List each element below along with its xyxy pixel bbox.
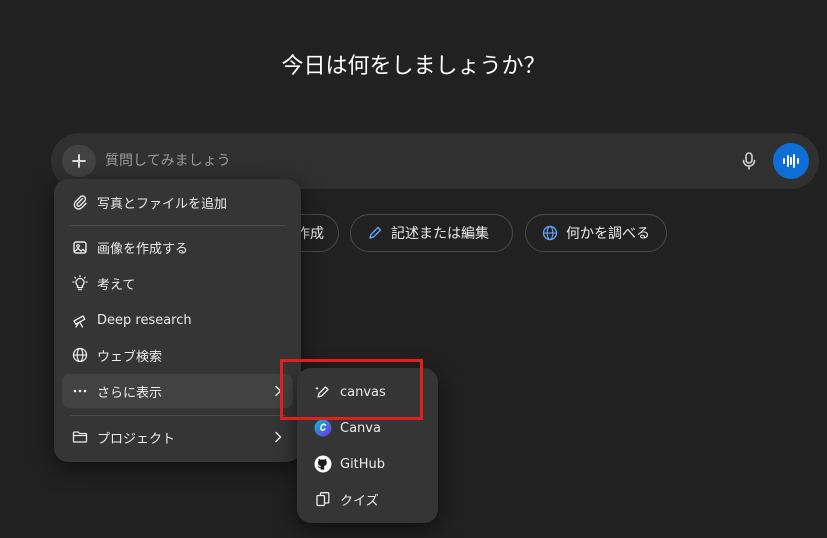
- canvas-pen-icon: [314, 383, 332, 401]
- menu-item-web-search[interactable]: ウェブ検索: [62, 338, 293, 372]
- page-headline: 今日は何をしましょうか？: [281, 54, 546, 79]
- menu-item-label: 写真とファイルを追加: [97, 196, 228, 212]
- tools-menu: 写真とファイルを追加 画像を作成する 考えて Deep research ウェブ…: [54, 179, 301, 462]
- submenu-item-label: canvas: [340, 384, 386, 400]
- chip-write-or-edit[interactable]: 記述または編集: [350, 214, 513, 252]
- telescope-icon: [71, 311, 89, 329]
- paperclip-icon: [71, 193, 89, 211]
- menu-item-projects[interactable]: プロジェクト: [62, 420, 293, 454]
- canva-logo-icon: [314, 419, 332, 437]
- pencil-icon: [369, 226, 382, 239]
- add-attachment-button[interactable]: [62, 145, 96, 177]
- plus-icon: [72, 154, 86, 168]
- microphone-icon: [742, 152, 756, 170]
- menu-item-create-image[interactable]: 画像を作成する: [62, 230, 293, 264]
- chip-look-something-up-label: 何かを調べる: [566, 226, 650, 242]
- submenu-item-canva[interactable]: Canva: [305, 412, 430, 444]
- menu-item-show-more[interactable]: さらに表示: [62, 374, 293, 408]
- submenu-item-github[interactable]: GitHub: [305, 448, 430, 480]
- dictate-button[interactable]: [736, 148, 762, 174]
- chip-write-or-edit-label: 記述または編集: [391, 226, 489, 242]
- menu-item-deep-research[interactable]: Deep research: [62, 303, 293, 337]
- image-create-icon: [71, 238, 89, 256]
- submenu-item-label: GitHub: [340, 456, 386, 472]
- folder-icon: [71, 428, 89, 446]
- menu-item-label: 考えて: [97, 277, 136, 293]
- github-logo-icon: [314, 455, 332, 473]
- more-dots-icon: [71, 382, 89, 400]
- menu-item-label: ウェブ検索: [97, 349, 163, 365]
- more-tools-submenu: canvas Canva GitHub クイズ: [297, 368, 438, 523]
- submenu-item-quiz[interactable]: クイズ: [305, 483, 430, 515]
- globe-icon: [71, 346, 89, 364]
- lightbulb-icon: [71, 274, 89, 292]
- menu-item-label: Deep research: [97, 312, 192, 328]
- voice-waveform-icon: [783, 154, 799, 168]
- quiz-cards-icon: [314, 490, 332, 508]
- submenu-item-canvas[interactable]: canvas: [305, 376, 430, 408]
- menu-item-label: 画像を作成する: [97, 241, 189, 257]
- menu-item-label: さらに表示: [97, 385, 163, 401]
- menu-item-add-photos-files[interactable]: 写真とファイルを追加: [62, 185, 293, 219]
- submenu-item-label: クイズ: [340, 493, 379, 509]
- voice-mode-button[interactable]: [773, 143, 809, 179]
- menu-divider: [70, 415, 285, 416]
- menu-item-label: プロジェクト: [97, 431, 176, 447]
- submenu-item-label: Canva: [340, 420, 381, 436]
- prompt-input[interactable]: [105, 150, 705, 172]
- chevron-right-icon: [275, 431, 282, 443]
- menu-divider: [70, 225, 285, 226]
- chip-look-something-up[interactable]: 何かを調べる: [525, 214, 667, 252]
- chevron-right-icon: [275, 385, 282, 397]
- menu-item-think[interactable]: 考えて: [62, 266, 293, 300]
- globe-icon: [542, 225, 558, 241]
